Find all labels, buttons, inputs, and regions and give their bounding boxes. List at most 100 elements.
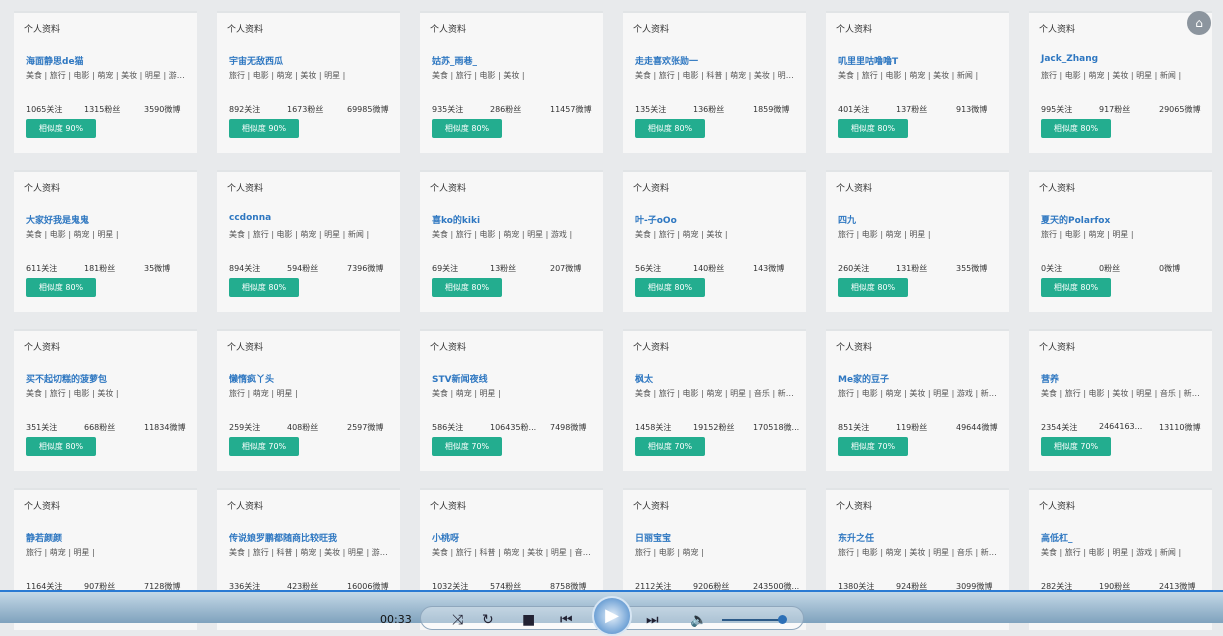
profile-name-link[interactable]: 懒惰疯丫头: [229, 372, 274, 385]
similarity-button[interactable]: 相似度 70%: [229, 437, 299, 456]
volume-slider[interactable]: [722, 619, 782, 621]
profile-card: 个人资料 喜ko的kiki 美食 | 旅行 | 电影 | 萌宠 | 明星 | 游戏 …: [420, 170, 603, 312]
weibo-count: 170518微...: [753, 423, 800, 432]
shuffle-icon[interactable]: ⤨: [452, 612, 463, 628]
profile-name-link[interactable]: 买不起切糕的菠萝包: [26, 372, 107, 385]
similarity-button[interactable]: 相似度 90%: [26, 119, 96, 138]
profile-name-link[interactable]: 叽里里咕噜噜T: [838, 54, 898, 67]
weibo-count: 29065微博: [1159, 105, 1201, 114]
profile-name-link[interactable]: ccdonna: [229, 213, 271, 223]
follow-count: 892关注: [229, 105, 261, 114]
similarity-button[interactable]: 相似度 80%: [432, 119, 502, 138]
similarity-button[interactable]: 相似度 80%: [635, 278, 705, 297]
card-header: 个人资料: [633, 25, 670, 35]
fans-count: 136粉丝: [693, 105, 725, 114]
profile-name-link[interactable]: Jack_Zhang: [1041, 54, 1098, 64]
repeat-icon[interactable]: ↻: [482, 612, 494, 628]
profile-card: 个人资料 四九 旅行 | 电影 | 萌宠 | 明星 | 260关注 131粉丝 355微博…: [826, 170, 1009, 312]
profile-name-link[interactable]: Me家的豆子: [838, 372, 889, 385]
interest-tags: 美食 | 旅行 | 电影 | 萌宠 | 明星 | 新闻 |: [229, 230, 370, 239]
fans-count: 0粉丝: [1099, 264, 1121, 273]
profile-name-link[interactable]: 东升之任: [838, 531, 874, 544]
weibo-count: 1859微博: [753, 105, 790, 114]
interest-tags: 美食 | 旅行 | 电影 | 科普 | 萌宠 | 美妆 | 明星 |: [635, 71, 797, 80]
follow-count: 586关注: [432, 423, 464, 432]
follow-count: 135关注: [635, 105, 667, 114]
similarity-button[interactable]: 相似度 90%: [229, 119, 299, 138]
profile-name-link[interactable]: 传说娘罗鹏都随商比较旺我: [229, 531, 337, 544]
fans-count: 19152粉丝: [693, 423, 735, 432]
similarity-button[interactable]: 相似度 80%: [1041, 119, 1111, 138]
profile-name-link[interactable]: 夏天的Polarfox: [1041, 213, 1110, 226]
card-header: 个人资料: [227, 343, 264, 353]
follow-count: 1458关注: [635, 423, 672, 432]
profile-name-link[interactable]: STV新闻夜线: [432, 372, 488, 385]
interest-tags: 美食 | 旅行 | 电影 | 萌宠 | 明星 | 游戏 |: [432, 230, 573, 239]
card-header: 个人资料: [227, 25, 264, 35]
card-header: 个人资料: [633, 184, 670, 194]
similarity-button[interactable]: 相似度 80%: [838, 119, 908, 138]
card-header: 个人资料: [633, 343, 670, 353]
profile-name-link[interactable]: 喜ko的kiki: [432, 213, 480, 226]
similarity-button[interactable]: 相似度 70%: [1041, 437, 1111, 456]
profile-name-link[interactable]: 叶-子oOo: [635, 213, 677, 226]
profile-name-link[interactable]: 营养: [1041, 372, 1059, 385]
profile-card: 个人资料 夏天的Polarfox 旅行 | 电影 | 萌宠 | 明星 | 0关注 0粉丝…: [1029, 170, 1212, 312]
profile-card: 个人资料 姑苏_雨巷_ 美食 | 旅行 | 电影 | 美妆 | 935关注 286粉丝 1…: [420, 11, 603, 153]
interest-tags: 美食 | 旅行 | 电影 | 萌宠 | 美妆 | 明星 | 游戏 |: [26, 71, 188, 80]
similarity-button[interactable]: 相似度 80%: [838, 278, 908, 297]
card-header: 个人资料: [24, 184, 61, 194]
similarity-button[interactable]: 相似度 80%: [635, 119, 705, 138]
profile-name-link[interactable]: 走走喜欢张勋一: [635, 54, 698, 67]
profile-name-link[interactable]: 高低杠_: [1041, 531, 1073, 544]
fans-count: 1673粉丝: [287, 105, 324, 114]
profile-card: 个人资料宇宙无敌西瓜旅行 | 电影 | 萌宠 | 美妆 | 明星 | 892关注 1…: [217, 11, 400, 153]
profile-name-link[interactable]: 宇宙无敌西瓜: [229, 54, 283, 67]
home-button[interactable]: ⌂: [1187, 11, 1211, 35]
fans-count: 408粉丝: [287, 423, 319, 432]
profile-name-link[interactable]: 四九: [838, 213, 856, 226]
profile-card: 个人资料 大家好我是鬼鬼 美食 | 电影 | 萌宠 | 明星 | 611关注 181粉丝…: [14, 170, 197, 312]
card-header: 个人资料: [24, 25, 61, 35]
profile-name-link[interactable]: 静若颜颜: [26, 531, 62, 544]
card-header: 个人资料: [24, 343, 61, 353]
interest-tags: 美食 | 旅行 | 电影 | 萌宠 | 明星 | 音乐 | 新闻 |: [635, 389, 797, 398]
fans-count: 119粉丝: [896, 423, 928, 432]
follow-count: 894关注: [229, 264, 261, 273]
interest-tags: 旅行 | 电影 | 萌宠 | 美妆 | 明星 |: [229, 71, 346, 80]
profile-name-link[interactable]: 大家好我是鬼鬼: [26, 213, 89, 226]
similarity-button[interactable]: 相似度 70%: [838, 437, 908, 456]
play-button[interactable]: ▶: [592, 596, 632, 636]
similarity-button[interactable]: 相似度 80%: [1041, 278, 1111, 297]
similarity-button[interactable]: 相似度 80%: [432, 278, 502, 297]
profile-card: 个人资料 叶-子oOo 美食 | 旅行 | 萌宠 | 美妆 | 56关注 140粉丝 14…: [623, 170, 806, 312]
fans-count: 594粉丝: [287, 264, 319, 273]
follow-count: 995关注: [1041, 105, 1073, 114]
next-icon[interactable]: ⏭: [646, 612, 659, 628]
card-header: 个人资料: [1039, 25, 1076, 35]
profile-card: 个人资料 叽里里咕噜噜T 美食 | 旅行 | 电影 | 萌宠 | 美妆 | 新闻 |…: [826, 11, 1009, 153]
weibo-count: 0微博: [1159, 264, 1181, 273]
profile-card: 个人资料枫太美食 | 旅行 | 电影 | 萌宠 | 明星 | 音乐 | 新闻 |…: [623, 329, 806, 471]
profile-name-link[interactable]: 海面静思de猫: [26, 54, 84, 67]
follow-count: 611关注: [26, 264, 58, 273]
interest-tags: 美食 | 旅行 | 电影 | 美妆 | 明星 | 音乐 | 新闻 |: [1041, 389, 1203, 398]
similarity-button[interactable]: 相似度 70%: [432, 437, 502, 456]
follow-count: 935关注: [432, 105, 464, 114]
previous-icon[interactable]: ⏮: [560, 612, 573, 628]
profile-name-link[interactable]: 枫太: [635, 372, 653, 385]
profile-name-link[interactable]: 日丽宝宝: [635, 531, 671, 544]
similarity-button[interactable]: 相似度 70%: [635, 437, 705, 456]
interest-tags: 美食 | 旅行 | 萌宠 | 美妆 |: [635, 230, 728, 239]
similarity-button[interactable]: 相似度 80%: [26, 278, 96, 297]
profile-card: 个人资料 ccdonna 美食 | 旅行 | 电影 | 萌宠 | 明星 | 新闻 |…: [217, 170, 400, 312]
profile-name-link[interactable]: 姑苏_雨巷_: [432, 54, 477, 67]
volume-icon[interactable]: 🔈: [690, 612, 707, 628]
profile-name-link[interactable]: 小桃呀: [432, 531, 459, 544]
similarity-button[interactable]: 相似度 80%: [229, 278, 299, 297]
similarity-button[interactable]: 相似度 80%: [26, 437, 96, 456]
fans-count: 106435粉...: [490, 423, 537, 432]
weibo-count: 913微博: [956, 105, 988, 114]
weibo-count: 7396微博: [347, 264, 384, 273]
stop-icon[interactable]: ■: [522, 612, 535, 628]
